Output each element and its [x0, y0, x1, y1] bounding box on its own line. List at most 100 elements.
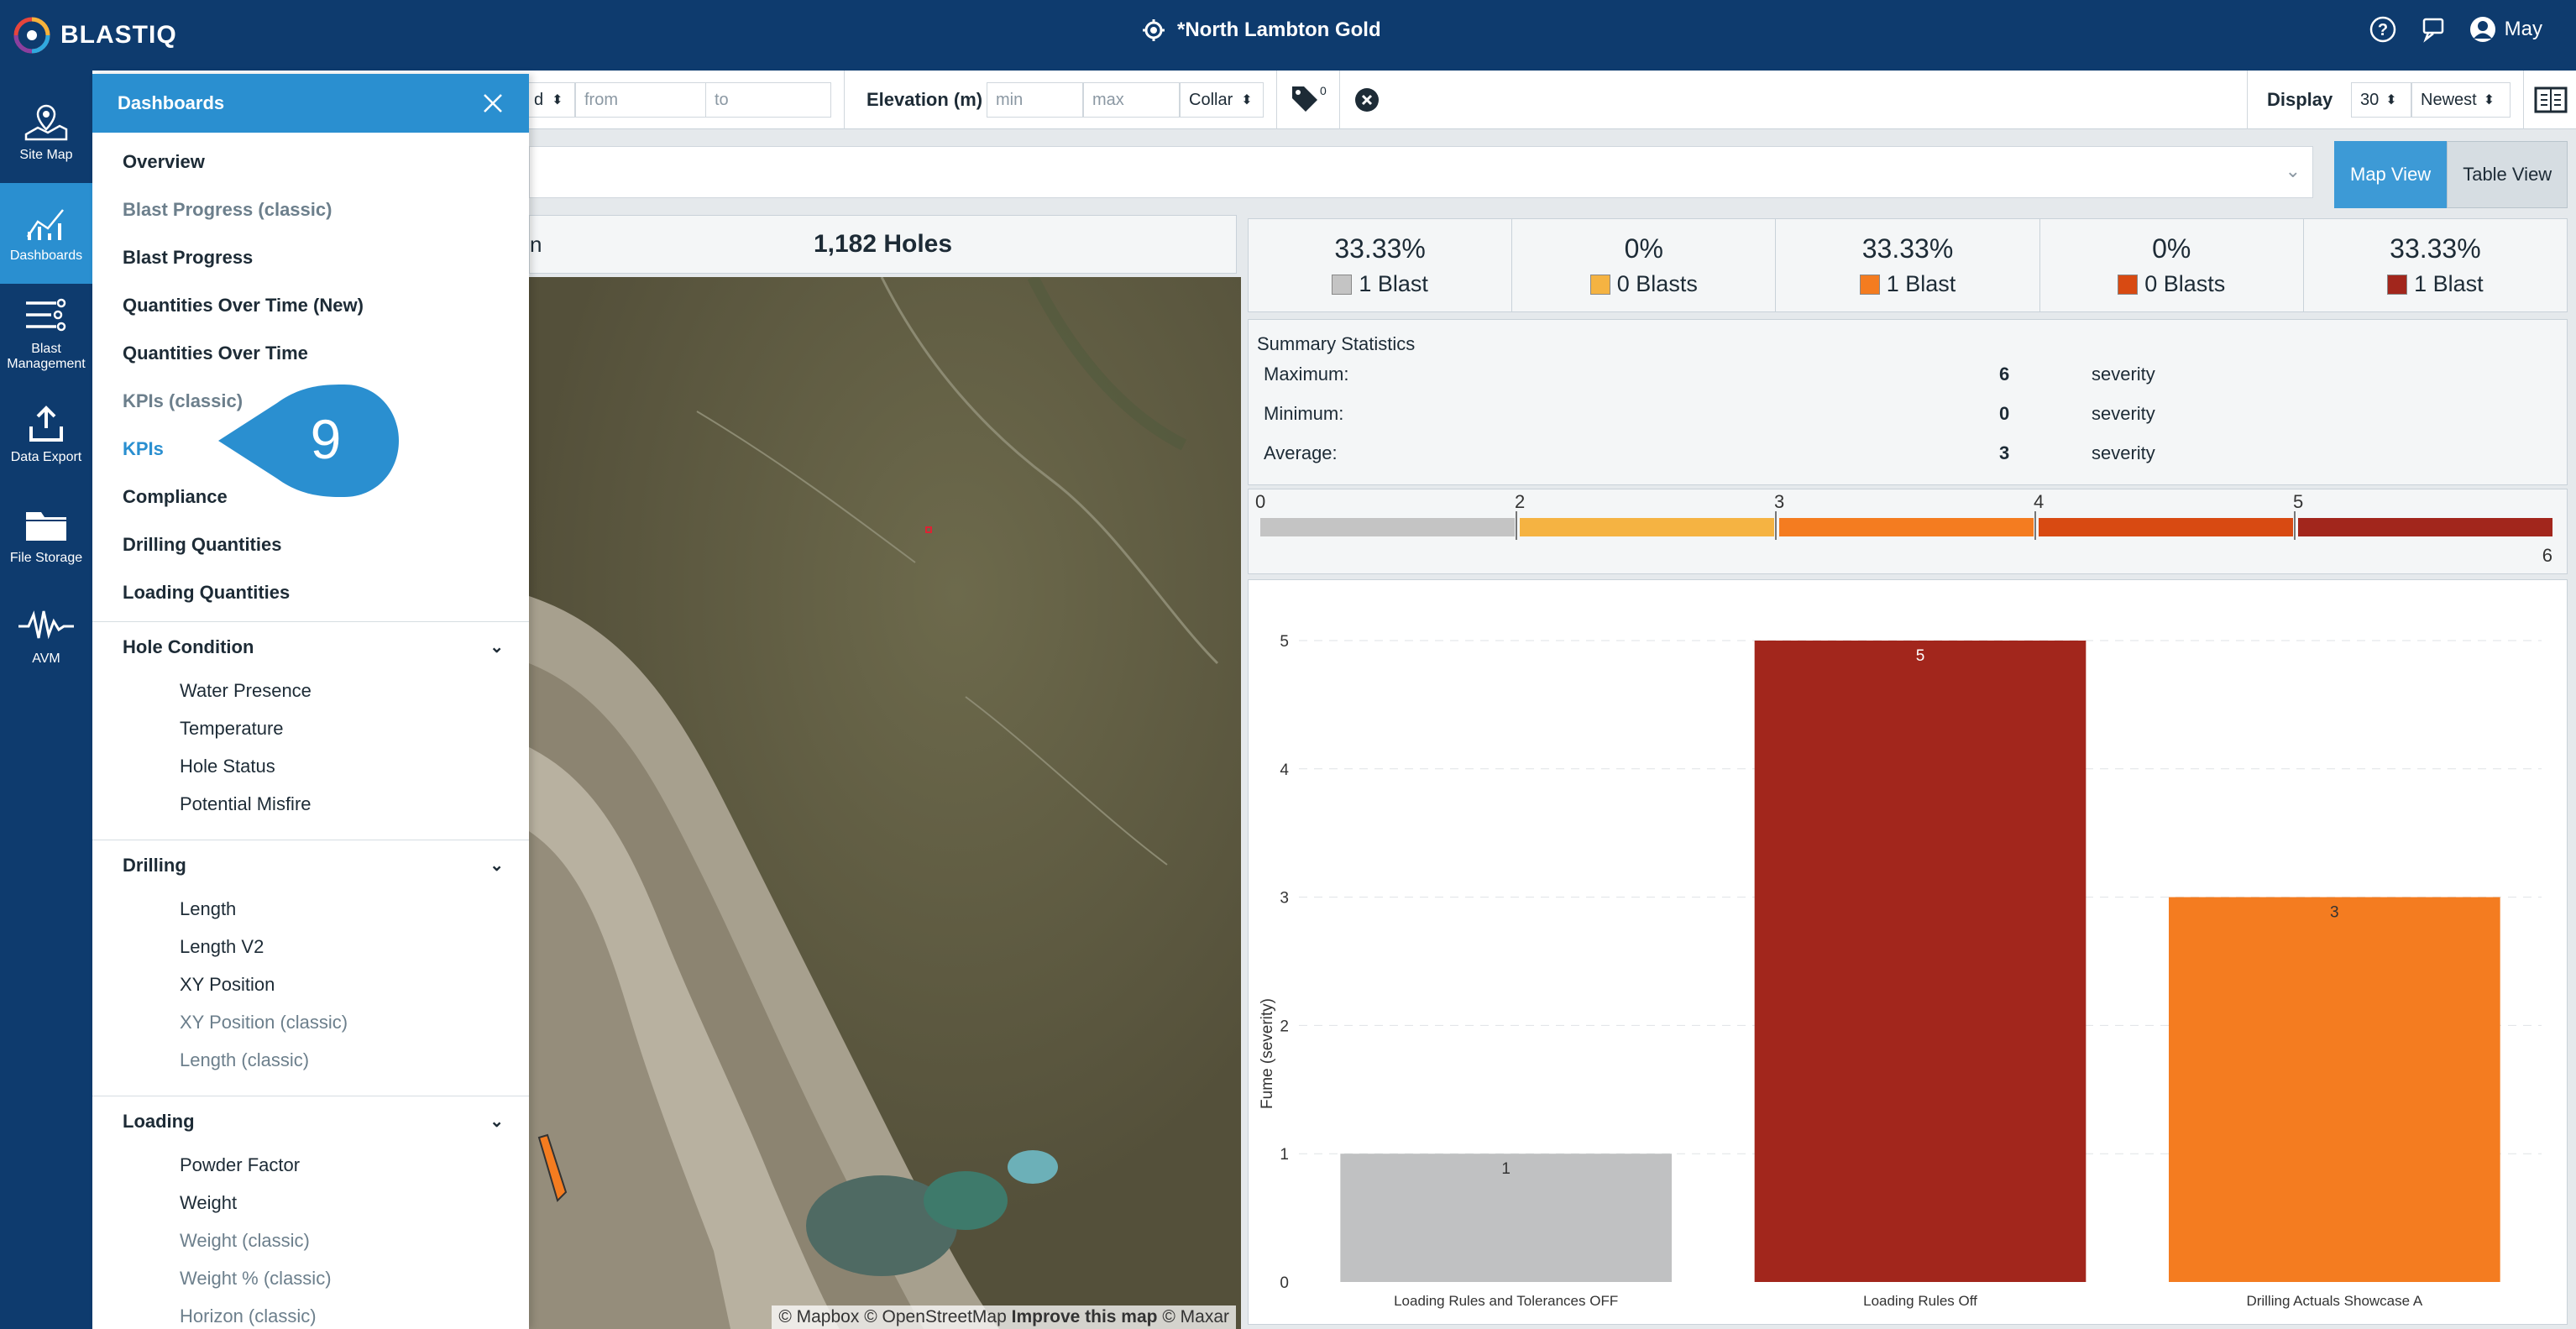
dashboard-item-label: Loading Quantities — [123, 581, 291, 603]
divider — [2247, 71, 2248, 129]
dashboard-sub-item[interactable]: XY Position (classic) — [92, 1003, 529, 1041]
nav-data-export[interactable]: Data Export — [0, 385, 92, 485]
nav-site-map[interactable]: Site Map — [0, 82, 92, 183]
satellite-map[interactable]: © Mapbox © OpenStreetMap Improve this ma… — [529, 277, 1241, 1329]
sort-select[interactable]: Newest ⬍ — [2411, 82, 2511, 118]
nav-label: Site Map — [19, 148, 73, 163]
nav-file-storage[interactable]: File Storage — [0, 485, 92, 586]
dashboard-icon — [26, 209, 64, 241]
dashboards-panel-title: Dashboards — [118, 92, 225, 113]
elevation-min-input[interactable]: min — [987, 82, 1083, 118]
clear-filters-icon[interactable] — [1354, 87, 1380, 112]
nav-dashboards[interactable]: Dashboards — [0, 183, 92, 284]
tag-icon — [1292, 86, 1317, 112]
section-header[interactable]: Loading ⌄ — [92, 1096, 529, 1146]
display-count-select[interactable]: 30 ⬍ — [2351, 82, 2411, 118]
fume-bar-chart: 0 1 2 3 4 5 1 Loading Rules and Tolerances OFF 5… — [1248, 579, 2568, 1325]
severity-stat: 0% 0 Blasts — [1512, 219, 1777, 311]
dashboard-sub-item[interactable]: Water Presence — [92, 672, 529, 709]
section-title: Loading — [123, 1110, 195, 1132]
divider — [2523, 71, 2524, 129]
dashboard-sub-item-label: Horizon (classic) — [180, 1305, 317, 1326]
dashboard-item-label: Blast Progress (classic) — [123, 198, 332, 220]
scale-segment — [1779, 518, 2034, 536]
section-header[interactable]: Drilling ⌄ — [92, 840, 529, 890]
dashboard-item[interactable]: Blast Progress — [92, 233, 529, 281]
site-name: *North Lambton Gold — [1177, 18, 1381, 41]
summary-row-label: Maximum: — [1264, 364, 1349, 385]
stat-percent: 33.33% — [1861, 233, 1954, 264]
dashboard-sub-item[interactable]: Length — [92, 890, 529, 928]
severity-distribution: 33.33% 1 Blast 0% 0 Blasts 33.33% 1 Blast 0% 0 … — [1248, 218, 2568, 312]
dashboard-sub-item[interactable]: Horizon (classic) — [92, 1297, 529, 1329]
dashboard-sub-item[interactable]: Temperature — [92, 709, 529, 747]
stat-label: 1 Blast — [1359, 271, 1428, 296]
dashboard-sub-item-label: Length (classic) — [180, 1049, 310, 1070]
collar-select[interactable]: Collar ⬍ — [1180, 82, 1264, 118]
dashboard-item-label: Quantities Over Time — [123, 342, 308, 364]
site-map-icon — [24, 104, 68, 141]
stat-label-row: 1 Blast — [1332, 271, 1428, 297]
dashboard-sub-item[interactable]: Length (classic) — [92, 1041, 529, 1079]
color-swatch — [2118, 274, 2139, 295]
y-tick-label: 3 — [1280, 890, 1289, 908]
color-swatch — [1859, 274, 1880, 295]
tag-filter-button[interactable]: 0 — [1290, 84, 1327, 114]
dashboard-sub-item[interactable]: Weight % (classic) — [92, 1259, 529, 1297]
dashboard-item-label: Compliance — [123, 485, 228, 507]
y-tick-label: 5 — [1280, 633, 1289, 651]
dashboards-panel: Dashboards Overview Blast Progress (class… — [92, 74, 529, 1329]
date-type-select[interactable]: d ⬍ — [525, 82, 575, 118]
user-menu[interactable]: May — [2469, 16, 2542, 43]
blast-search-select[interactable]: ⌄ — [529, 146, 2313, 198]
stat-percent: 0% — [2152, 233, 2191, 264]
dashboard-sub-item-label: Hole Status — [180, 755, 275, 777]
x-tick-label: Loading Rules Off — [1863, 1293, 1977, 1309]
close-icon[interactable] — [482, 92, 504, 114]
attribution-osm[interactable]: © OpenStreetMap — [864, 1307, 1007, 1326]
dashboard-sub-item-label: Weight (classic) — [180, 1229, 310, 1251]
severity-scale: 0 2 3 4 5 6 — [1248, 489, 2568, 574]
attribution-maxar[interactable]: © Maxar — [1162, 1307, 1229, 1326]
stat-label: 1 Blast — [1886, 271, 1956, 296]
bar[interactable] — [1754, 641, 2086, 1282]
bar[interactable] — [2169, 897, 2500, 1282]
scale-tick: 2 — [1515, 491, 1525, 512]
logo[interactable]: BLASTIQ — [12, 15, 177, 55]
view-toggle: Map View Table View — [2334, 141, 2568, 208]
map-view-button[interactable]: Map View — [2334, 141, 2448, 208]
dashboard-item[interactable]: Drilling Quantities — [92, 521, 529, 568]
dashboard-item[interactable]: Loading Quantities — [92, 568, 529, 616]
nav-blast-management[interactable]: Blast Management — [0, 284, 92, 385]
support-icon[interactable] — [2419, 15, 2448, 44]
dashboard-sub-item[interactable]: Hole Status — [92, 747, 529, 785]
dashboard-item[interactable]: Overview — [92, 138, 529, 186]
scale-segment — [2298, 518, 2552, 536]
upload-icon — [29, 406, 63, 442]
dashboard-sub-item-label: XY Position — [180, 973, 275, 995]
dashboard-item[interactable]: Quantities Over Time — [92, 329, 529, 377]
map-terrain — [529, 277, 1241, 1329]
improve-map-link[interactable]: Improve this map — [1012, 1307, 1158, 1326]
to-date-input[interactable]: to — [705, 82, 831, 118]
guide-book-icon[interactable] — [2534, 86, 2568, 114]
nav-avm[interactable]: AVM — [0, 586, 92, 687]
dashboard-sub-item[interactable]: Length V2 — [92, 928, 529, 965]
dashboard-sub-item[interactable]: Weight (classic) — [92, 1222, 529, 1259]
help-icon[interactable]: ? — [2369, 15, 2397, 44]
dashboard-sub-item[interactable]: Weight — [92, 1184, 529, 1222]
section-header[interactable]: Hole Condition ⌄ — [92, 621, 529, 672]
dashboard-sub-item[interactable]: XY Position — [92, 965, 529, 1003]
dashboard-item-label: Quantities Over Time (New) — [123, 294, 364, 316]
summary-row-label: Average: — [1264, 442, 1338, 463]
attribution-mapbox[interactable]: © Mapbox — [778, 1307, 859, 1326]
divider — [1276, 71, 1277, 129]
dashboard-sub-item[interactable]: Powder Factor — [92, 1146, 529, 1184]
dashboard-item[interactable]: Quantities Over Time (New) — [92, 281, 529, 329]
site-selector[interactable]: *North Lambton Gold — [1142, 18, 1381, 42]
dashboard-item[interactable]: Blast Progress (classic) — [92, 186, 529, 233]
elevation-max-input[interactable]: max — [1083, 82, 1180, 118]
table-view-button[interactable]: Table View — [2447, 141, 2568, 208]
dashboard-sub-item[interactable]: Potential Misfire — [92, 785, 529, 823]
dashboards-panel-header: Dashboards — [92, 74, 529, 133]
